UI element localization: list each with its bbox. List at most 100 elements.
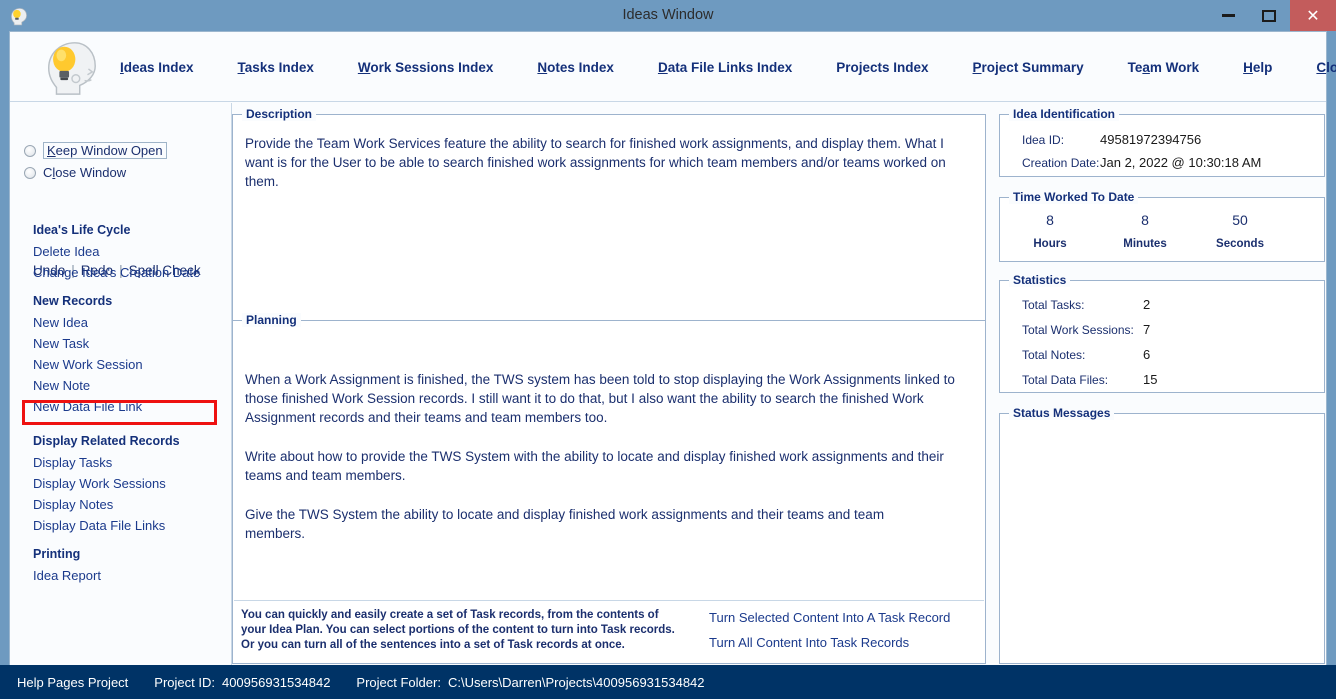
seconds-value: 50 — [1232, 212, 1248, 228]
menu-item-label: deas Index — [123, 59, 194, 75]
idea-id-label: Idea ID: — [1022, 133, 1065, 147]
statistics-title: Statistics — [1009, 273, 1071, 287]
main-menu-bar: Ideas Index Tasks Index Work Sessions In… — [10, 32, 1336, 102]
menu-item-label: roject Summary — [981, 59, 1084, 75]
creation-date-value: Jan 2, 2022 @ 10:30:18 AM — [1100, 155, 1262, 170]
sidebar-heading-new-records: New Records — [33, 294, 113, 308]
hours-value: 8 — [1046, 212, 1054, 228]
sidebar-item-display-work-sessions[interactable]: Display Work Sessions — [33, 476, 166, 491]
time-cell-hours: 8 Hours — [1010, 212, 1090, 250]
planning-paragraph-3[interactable]: Give the TWS System the ability to locat… — [245, 505, 935, 543]
total-tasks-value: 2 — [1143, 297, 1151, 312]
planning-panel: Planning When a Work Assignment is finis… — [232, 313, 986, 664]
idea-id-value: 49581972394756 — [1100, 132, 1202, 147]
status-project-folder-value: C:\Users\Darren\Projects\400956931534842 — [447, 674, 705, 690]
time-cell-seconds: 50 Seconds — [1200, 212, 1280, 250]
minutes-value: 8 — [1141, 212, 1149, 228]
sidebar-item-new-note[interactable]: New Note — [33, 378, 90, 393]
planning-paragraph-1[interactable]: When a Work Assignment is finished, the … — [245, 370, 957, 427]
status-messages-title: Status Messages — [1009, 406, 1115, 420]
menu-item-label: ata File Links Index — [667, 59, 793, 75]
ideas-window: Ideas Window ✕ Ideas Index Tasks Index W… — [0, 0, 1336, 699]
creation-date-label: Creation Date: — [1022, 156, 1100, 170]
time-worked-panel: Time Worked To Date 8 Hours 8 Minutes 50… — [999, 190, 1325, 262]
total-notes-value: 6 — [1143, 347, 1151, 362]
menu-item-label: ork Sessions Index — [370, 59, 494, 75]
radio-label: Close Window — [43, 165, 127, 180]
status-project-id-label: Project ID: — [154, 674, 215, 690]
menu-item-data-file-links-index[interactable]: Data File Links Index — [658, 60, 792, 75]
seconds-unit: Seconds — [1216, 238, 1264, 250]
close-icon: ✕ — [1306, 5, 1320, 25]
menu-item-projects-index[interactable]: Projects Index — [836, 60, 928, 75]
menu-item-notes-index[interactable]: Notes Index — [537, 60, 614, 75]
turn-all-content-into-tasks-link[interactable]: Turn All Content Into Task Records — [709, 635, 909, 650]
sidebar-item-idea-report[interactable]: Idea Report — [33, 568, 101, 583]
radio-label: Keep Window Open — [43, 142, 167, 159]
close-button[interactable]: ✕ — [1290, 0, 1336, 31]
maximize-button[interactable] — [1248, 0, 1290, 31]
lightbulb-head-icon — [47, 42, 96, 95]
total-data-files-value: 15 — [1143, 372, 1158, 387]
sidebar-item-new-data-file-link[interactable]: New Data File Link — [33, 399, 142, 414]
total-notes-label: Total Notes: — [1022, 348, 1086, 362]
menu-item-label: asks Index — [244, 59, 314, 75]
minutes-unit: Minutes — [1123, 238, 1167, 250]
sidebar-item-change-creation-date[interactable]: Change Idea's Creation Date — [33, 265, 200, 280]
minimize-button[interactable] — [1206, 0, 1250, 31]
time-worked-title: Time Worked To Date — [1009, 190, 1139, 204]
sidebar-item-display-tasks[interactable]: Display Tasks — [33, 455, 112, 470]
sidebar: Keep Window Open Close Window Undo | Red… — [10, 103, 232, 665]
menu-item-close-program[interactable]: Close Program — [1316, 60, 1336, 75]
sidebar-item-new-work-session[interactable]: New Work Session — [33, 357, 143, 372]
radio-keep-window-open[interactable]: Keep Window Open — [24, 142, 167, 159]
menu-item-team-work[interactable]: Team Work — [1128, 60, 1200, 75]
turn-selected-content-into-task-link[interactable]: Turn Selected Content Into A Task Record — [709, 610, 950, 625]
radio-close-window[interactable]: Close Window — [24, 165, 126, 180]
menu-item-label: m Work — [1149, 59, 1200, 75]
planning-panel-title: Planning — [242, 313, 301, 327]
planning-paragraph-2[interactable]: Write about how to provide the TWS Syste… — [245, 447, 957, 485]
menu-item-label: elp — [1252, 59, 1273, 75]
status-messages-panel: Status Messages — [999, 406, 1325, 664]
status-project-name: Help Pages Project — [17, 674, 129, 690]
sidebar-heading-display-related: Display Related Records — [33, 434, 180, 448]
sidebar-item-display-notes[interactable]: Display Notes — [33, 497, 113, 512]
menu-item-list: Ideas Index Tasks Index Work Sessions In… — [120, 32, 1336, 102]
menu-item-label: lose Program — [1326, 59, 1336, 75]
sidebar-item-new-idea[interactable]: New Idea — [33, 315, 88, 330]
status-project-folder-label: Project Folder: — [356, 674, 441, 690]
sidebar-heading-printing: Printing — [33, 547, 81, 561]
sidebar-heading-life-cycle: Idea's Life Cycle — [33, 223, 131, 237]
description-text[interactable]: Provide the Team Work Services feature t… — [245, 134, 971, 191]
minimize-icon — [1221, 14, 1235, 17]
time-cell-minutes: 8 Minutes — [1105, 212, 1185, 250]
menu-item-label: otes Index — [547, 59, 614, 75]
window-title: Ideas Window — [622, 7, 714, 23]
statistics-panel: Statistics Total Tasks: 2 Total Work Ses… — [999, 273, 1325, 393]
menu-item-work-sessions-index[interactable]: Work Sessions Index — [358, 60, 494, 75]
sidebar-item-new-task[interactable]: New Task — [33, 336, 89, 351]
sidebar-item-display-data-file-links[interactable]: Display Data File Links — [33, 518, 165, 533]
menu-item-ideas-index[interactable]: Ideas Index — [120, 60, 194, 75]
idea-identification-title: Idea Identification — [1009, 107, 1120, 121]
menu-item-label: Projects Index — [836, 59, 929, 75]
total-work-sessions-label: Total Work Sessions: — [1022, 323, 1134, 337]
hours-unit: Hours — [1033, 238, 1067, 250]
menu-item-tasks-index[interactable]: Tasks Index — [238, 60, 314, 75]
total-tasks-label: Total Tasks: — [1022, 298, 1085, 312]
total-data-files-label: Total Data Files: — [1022, 373, 1109, 387]
radio-icon — [24, 166, 36, 179]
idea-identification-panel: Idea Identification Idea ID: 49581972394… — [999, 107, 1325, 177]
sidebar-item-delete-idea[interactable]: Delete Idea — [33, 244, 100, 259]
total-work-sessions-value: 7 — [1143, 322, 1151, 337]
menu-item-label: Te — [1127, 59, 1143, 75]
planning-footer: You can quickly and easily create a set … — [234, 600, 984, 662]
client-area: Ideas Index Tasks Index Work Sessions In… — [9, 31, 1336, 665]
menu-item-help[interactable]: Help — [1243, 60, 1272, 75]
planning-hint-text: You can quickly and easily create a set … — [241, 609, 675, 651]
menu-item-project-summary[interactable]: Project Summary — [973, 60, 1084, 75]
status-bar: Help Pages Project Project ID: 400956931… — [0, 665, 1336, 699]
maximize-icon — [1262, 9, 1276, 22]
radio-icon — [24, 144, 36, 157]
